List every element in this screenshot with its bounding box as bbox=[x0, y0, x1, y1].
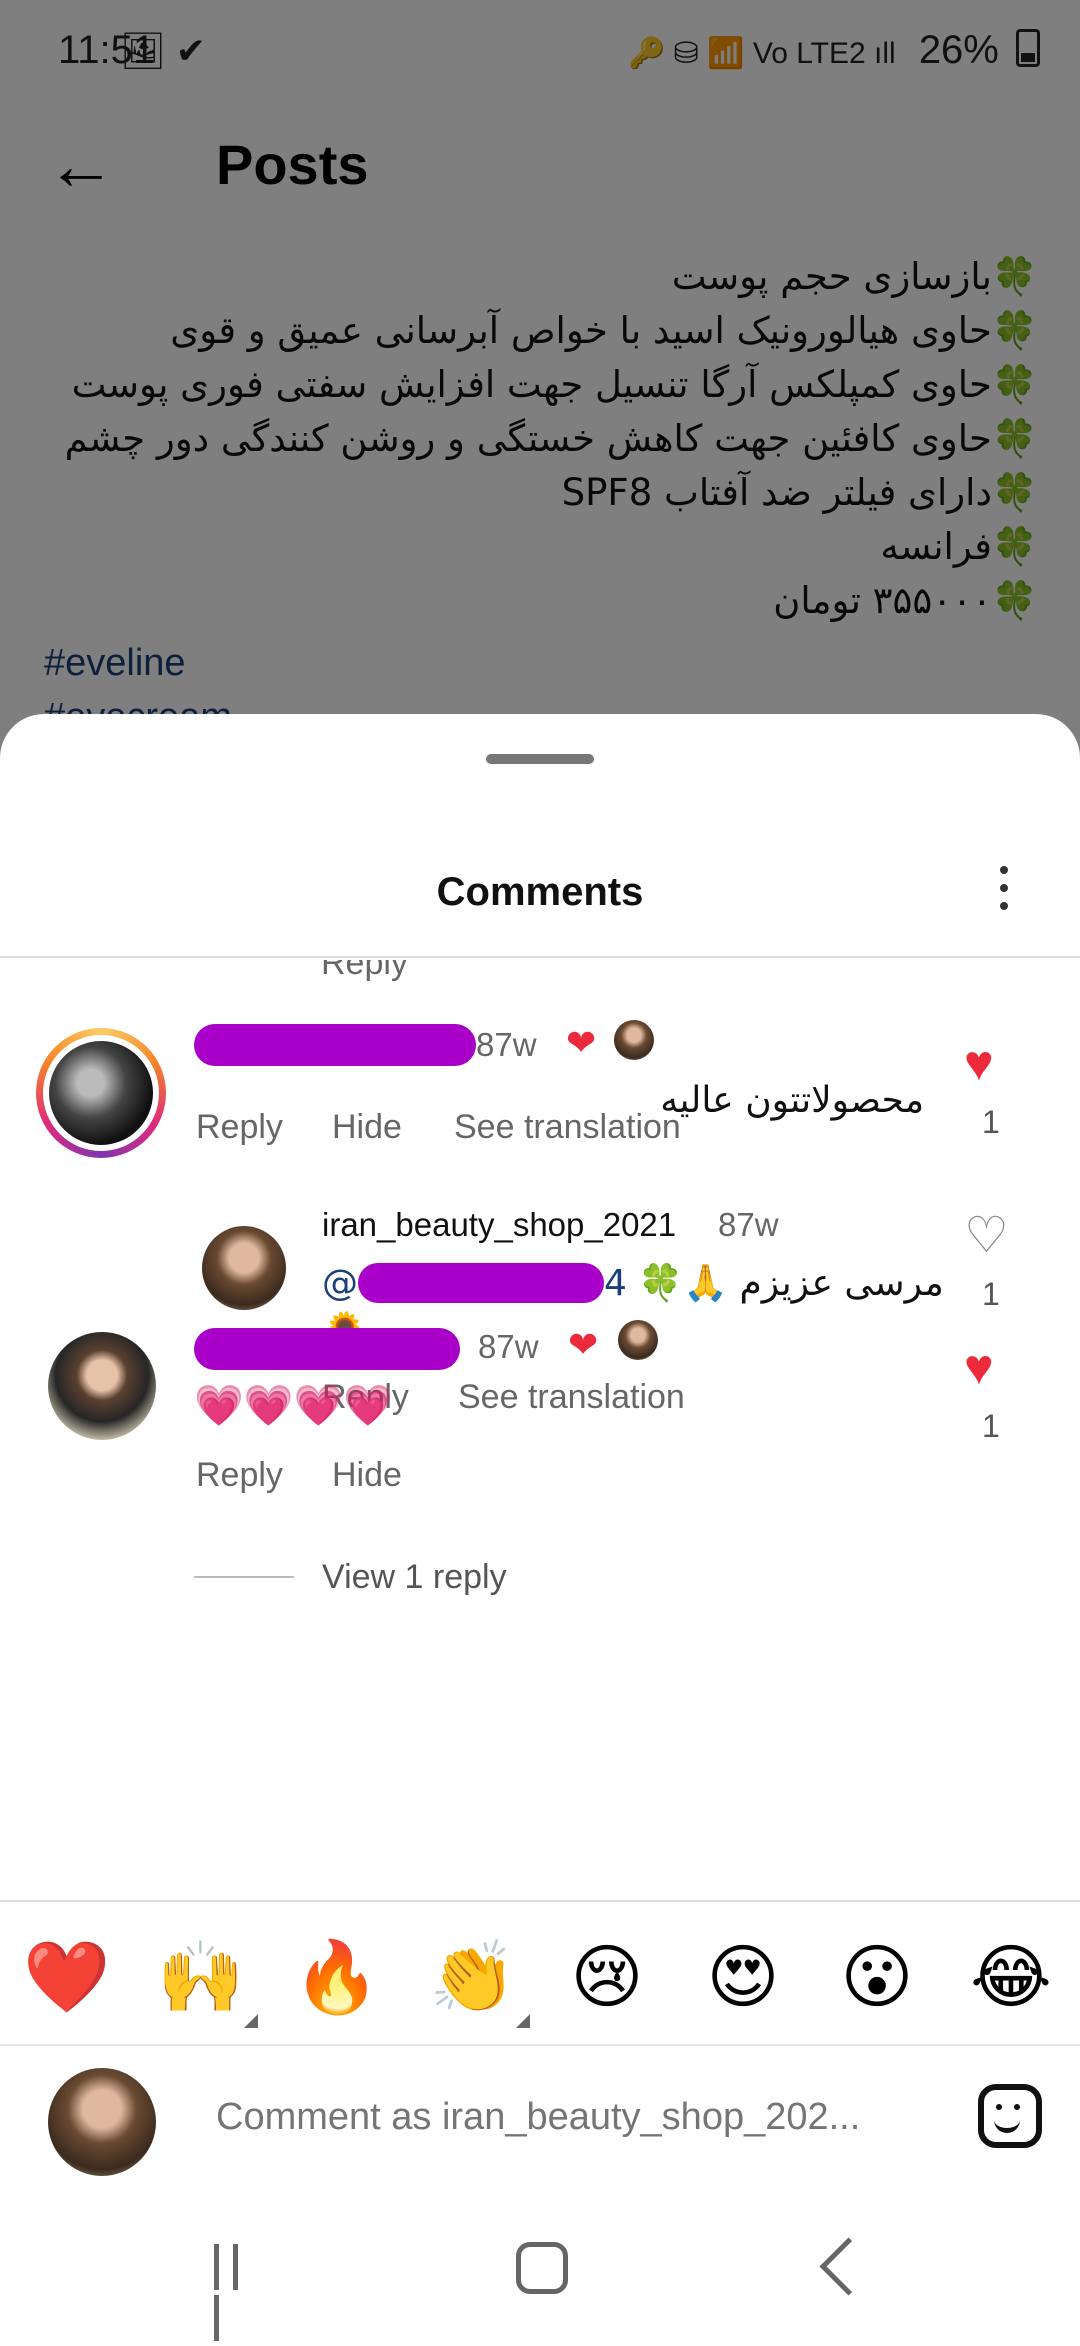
nav-back-icon[interactable] bbox=[819, 2237, 878, 2296]
emoji-laughing-button[interactable]: 😂 bbox=[966, 1932, 1056, 2022]
like-outline-heart-icon[interactable]: ♡ bbox=[964, 1210, 1009, 1260]
redacted-username bbox=[194, 1328, 460, 1371]
more-options-icon[interactable] bbox=[1000, 866, 1010, 920]
reply-button[interactable]: Reply bbox=[196, 1108, 283, 1147]
comment-username[interactable] bbox=[194, 1024, 476, 1067]
emoji-heart-button[interactable]: ❤️ bbox=[22, 1932, 112, 2022]
hide-button[interactable]: Hide bbox=[332, 1108, 402, 1147]
comment-input[interactable] bbox=[216, 2096, 916, 2139]
reply-button[interactable]: Reply bbox=[321, 960, 408, 983]
emoji-glyph: 🙌 bbox=[157, 1938, 245, 2016]
emoji-raising-hands-button[interactable]: 🙌 bbox=[156, 1932, 258, 2028]
recent-apps-icon[interactable] bbox=[214, 2244, 264, 2341]
see-translation-button[interactable]: See translation bbox=[454, 1108, 681, 1147]
comment-time: 87w bbox=[478, 1328, 539, 1365]
author-liked-heart-icon: ❤ bbox=[568, 1324, 599, 1365]
variant-indicator-icon bbox=[516, 2014, 530, 2028]
emoji-fire-button[interactable]: 🔥 bbox=[292, 1932, 382, 2022]
comment-text: 💗💗💗💗 bbox=[194, 1383, 394, 1429]
hide-button[interactable]: Hide bbox=[332, 1456, 402, 1495]
emoji-glyph: 👏 bbox=[429, 1938, 517, 2016]
emoji-surprised-button[interactable]: 😮 bbox=[832, 1932, 922, 2022]
avatar[interactable] bbox=[49, 1041, 153, 1145]
comment-list[interactable]: Reply 87w ❤ محصولاتتون عالیه Reply Hide … bbox=[0, 960, 1080, 1624]
see-translation-button[interactable]: See translation bbox=[458, 1378, 685, 1417]
redacted-username bbox=[194, 1024, 476, 1067]
scrim-overlay[interactable] bbox=[0, 0, 1080, 760]
reply-mention-line: @4 مرسی عزیزم 🙏🍀 bbox=[322, 1262, 944, 1304]
mention-tail: 4 bbox=[604, 1263, 627, 1304]
comment-username[interactable] bbox=[194, 1328, 460, 1371]
comment-username[interactable]: iran_beauty_shop_2021 bbox=[322, 1206, 676, 1244]
comment-time: 87w bbox=[718, 1206, 779, 1243]
variant-indicator-icon bbox=[244, 2014, 258, 2028]
drag-handle[interactable] bbox=[486, 754, 594, 764]
emoji-crying-button[interactable]: 😢 bbox=[562, 1932, 652, 2022]
divider bbox=[0, 956, 1080, 958]
emoji-heart-eyes-button[interactable]: 😍 bbox=[698, 1932, 788, 2022]
like-heart-icon[interactable]: ♥ bbox=[964, 1038, 994, 1088]
emoji-clapping-button[interactable]: 👏 bbox=[428, 1932, 530, 2028]
system-nav-bar bbox=[0, 2200, 1080, 2341]
like-count: 1 bbox=[982, 1104, 1000, 1140]
divider bbox=[0, 2044, 1080, 2046]
home-icon[interactable] bbox=[516, 2242, 568, 2294]
like-heart-icon[interactable]: ♥ bbox=[964, 1342, 994, 1392]
avatar[interactable] bbox=[202, 1226, 286, 1310]
reply-button[interactable]: Reply bbox=[196, 1456, 283, 1495]
view-replies-line bbox=[194, 1576, 294, 1578]
view-replies-button[interactable]: View 1 reply bbox=[322, 1558, 507, 1597]
comment-text: مرسی عزیزم 🙏🍀 bbox=[638, 1263, 944, 1304]
sticker-icon[interactable] bbox=[978, 2084, 1042, 2148]
like-count: 1 bbox=[982, 1408, 1000, 1444]
redacted-mention bbox=[358, 1263, 604, 1303]
author-avatar-small bbox=[618, 1320, 658, 1360]
sheet-title: Comments bbox=[436, 870, 644, 914]
comment-time: 87w bbox=[476, 1026, 537, 1063]
avatar[interactable] bbox=[48, 1332, 156, 1440]
author-liked-heart-icon: ❤ bbox=[566, 1022, 597, 1063]
like-count: 1 bbox=[982, 1276, 1000, 1312]
comment-text: محصولاتتون عالیه bbox=[660, 1080, 924, 1121]
quick-emoji-bar: ❤️ 🙌 🔥 👏 😢 😍 😮 😂 bbox=[0, 1902, 1080, 2044]
author-avatar-small bbox=[614, 1020, 654, 1060]
own-avatar bbox=[48, 2068, 156, 2176]
mention-prefix[interactable]: @ bbox=[322, 1263, 358, 1304]
